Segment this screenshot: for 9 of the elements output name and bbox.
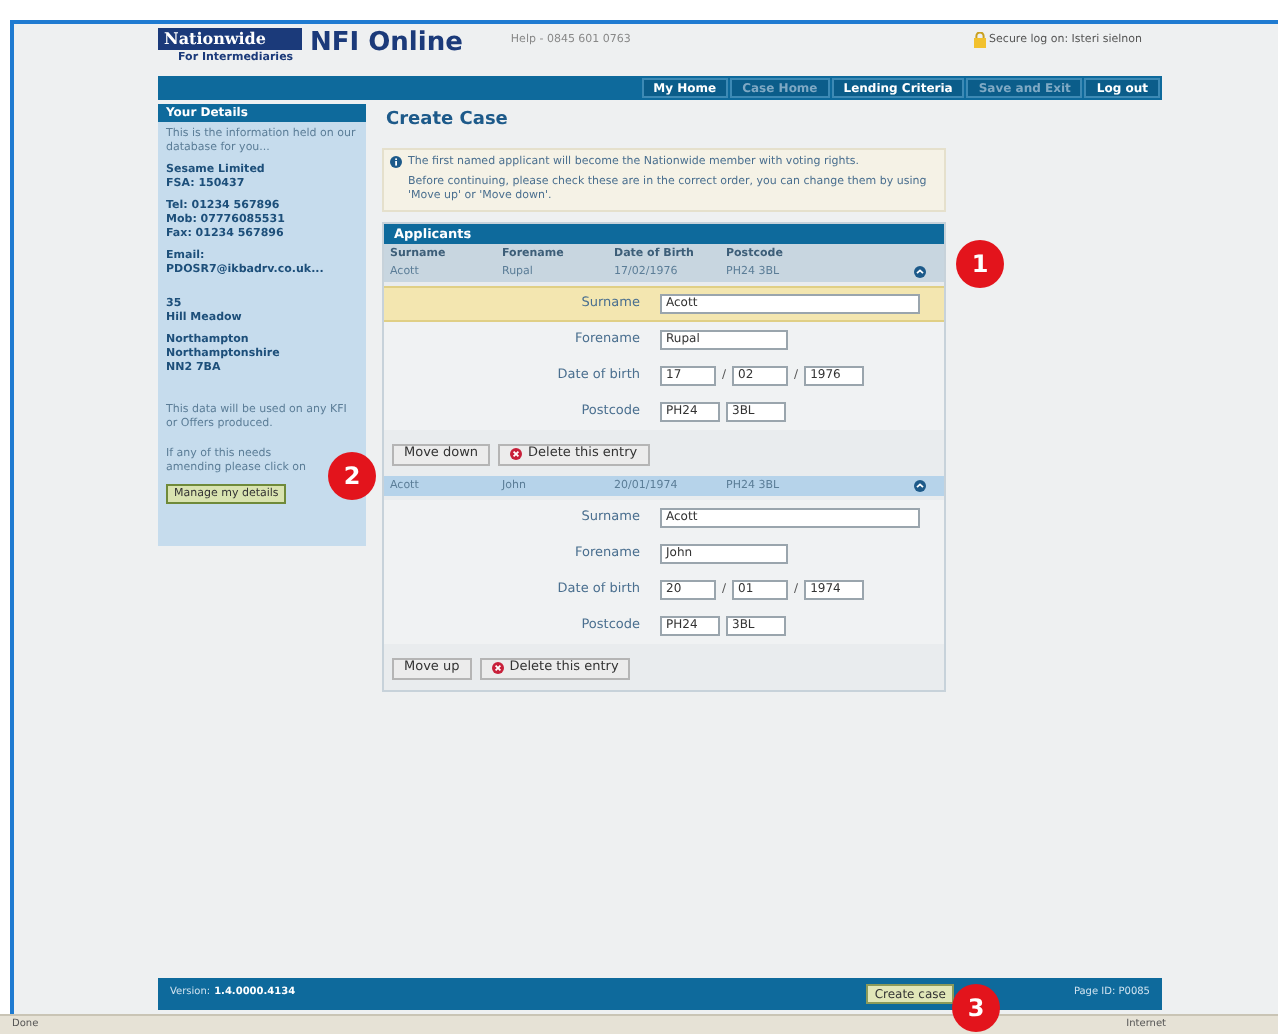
- delete-icon: [510, 448, 523, 461]
- page-title: Create Case: [386, 108, 510, 134]
- product-title: NFI Online: [310, 28, 463, 60]
- padlock-icon: [973, 32, 986, 49]
- brand-logo: Nationwide: [158, 28, 302, 50]
- info-icon: [390, 155, 402, 167]
- collapse-icon[interactable]: [914, 265, 926, 278]
- collapse-icon[interactable]: [914, 479, 926, 492]
- delete-icon: [491, 662, 504, 675]
